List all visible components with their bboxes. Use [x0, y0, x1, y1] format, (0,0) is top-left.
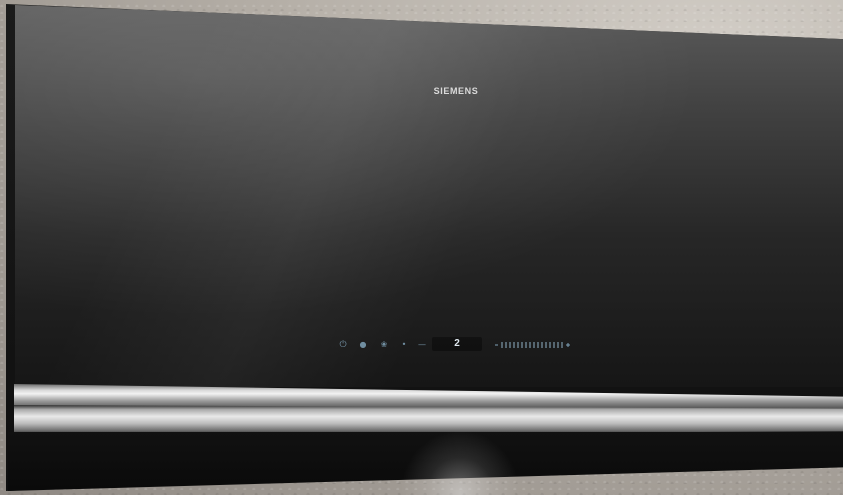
power-icon[interactable]: ⏻ — [337, 338, 349, 352]
air-sensor-icon[interactable]: ● — [357, 338, 369, 352]
fan-level-display: 2 — [432, 337, 482, 351]
touch-control-strip: ⏻ ● ❀ • — 2 — [337, 337, 577, 352]
glass-front-panel: SIEMENS ⏻ ● ❀ • — 2 — [15, 5, 843, 387]
light-icon[interactable]: • — [398, 338, 410, 352]
brand-logo: SIEMENS — [433, 86, 479, 96]
product-photo: SIEMENS ⏻ ● ❀ • — 2 — [0, 0, 843, 495]
touch-slider-icon[interactable] — [494, 338, 574, 352]
fan-icon[interactable]: ❀ — [378, 338, 390, 352]
minus-icon[interactable]: — — [415, 338, 429, 352]
steam — [400, 430, 520, 495]
